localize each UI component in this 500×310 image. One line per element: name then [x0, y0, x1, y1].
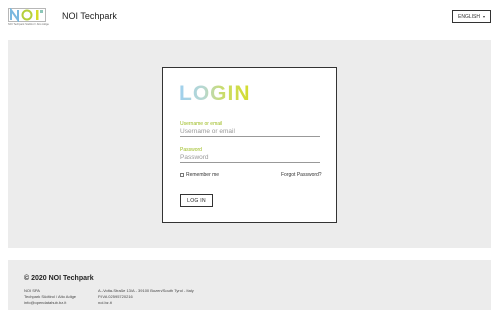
- top-header: NOI Techpark Südtirol / Alto Adige NOI T…: [0, 0, 500, 34]
- logo-caption: NOI Techpark Südtirol / Alto Adige: [8, 23, 50, 26]
- noi-logo-mark: [8, 8, 46, 22]
- remember-me-checkbox[interactable]: [180, 173, 184, 177]
- language-selector[interactable]: ENGLISH ▾: [452, 10, 491, 23]
- site-title: NOI Techpark: [62, 11, 117, 21]
- footer-email-link[interactable]: info@opendatahub.bz.it: [24, 300, 76, 306]
- footer: © 2020 NOI Techpark NOI SPA Techpark Süd…: [8, 260, 491, 310]
- footer-website-link[interactable]: noi.bz.it: [98, 300, 194, 306]
- username-input[interactable]: [180, 127, 320, 137]
- login-button[interactable]: LOG IN: [180, 194, 213, 207]
- language-label: ENGLISH: [458, 13, 480, 20]
- login-card: LOGIN Username or email Password Remembe…: [162, 67, 337, 223]
- chevron-down-icon: ▾: [482, 14, 485, 19]
- noi-logo[interactable]: NOI Techpark Südtirol / Alto Adige: [8, 8, 50, 28]
- copyright: © 2020 NOI Techpark: [24, 275, 94, 282]
- remember-me[interactable]: Remember me: [180, 172, 219, 178]
- footer-address-info: A.-Volta-Straße 13/A - 39100 Bozen/South…: [98, 288, 194, 306]
- footer-company-info: NOI SPA Techpark Südtirol / Alto Adige i…: [24, 288, 76, 306]
- forgot-password-link[interactable]: Forgot Password?: [281, 172, 322, 178]
- remember-me-label: Remember me: [186, 172, 220, 178]
- password-input[interactable]: [180, 153, 320, 163]
- login-title: LOGIN: [179, 82, 251, 105]
